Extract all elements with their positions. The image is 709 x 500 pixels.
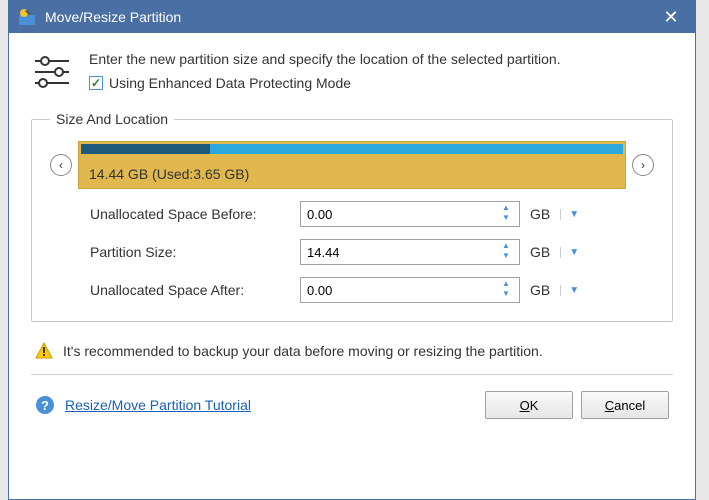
unit-dropdown-icon[interactable]: ▼: [560, 209, 579, 220]
unallocated-after-row: Unallocated Space After: 0.00 ▲ ▼ GB ▼: [50, 277, 654, 303]
unit-label: GB: [530, 282, 550, 298]
footer: ? Resize/Move Partition Tutorial OK Canc…: [31, 375, 673, 427]
partition-bar-label: 14.44 GB (Used:3.65 GB): [89, 166, 249, 182]
spinner-down-icon[interactable]: ▼: [499, 252, 513, 262]
spinner-down-icon[interactable]: ▼: [499, 290, 513, 300]
move-left-button[interactable]: ‹: [50, 154, 72, 176]
checkbox-label: Using Enhanced Data Protecting Mode: [109, 75, 351, 91]
sliders-icon: [31, 51, 73, 93]
move-right-button[interactable]: ›: [632, 154, 654, 176]
partition-size-label: Partition Size:: [90, 244, 300, 260]
unit-dropdown-icon[interactable]: ▼: [560, 285, 579, 296]
unallocated-before-label: Unallocated Space Before:: [90, 206, 300, 222]
size-location-fieldset: Size And Location ‹ 14.44 GB (Used:3.65 …: [31, 111, 673, 322]
partition-size-input[interactable]: 14.44 ▲ ▼: [300, 239, 520, 265]
unallocated-after-input[interactable]: 0.00 ▲ ▼: [300, 277, 520, 303]
unallocated-after-label: Unallocated Space After:: [90, 282, 300, 298]
close-button[interactable]: ✕: [655, 1, 687, 33]
spinner[interactable]: ▲ ▼: [499, 280, 513, 300]
unallocated-before-input[interactable]: 0.00 ▲ ▼: [300, 201, 520, 227]
titlebar-title: Move/Resize Partition: [45, 9, 655, 25]
spinner[interactable]: ▲ ▼: [499, 242, 513, 262]
partition-used-segment: [81, 144, 212, 154]
dialog-content: Enter the new partition size and specify…: [9, 33, 695, 439]
partition-size-value: 14.44: [307, 245, 340, 260]
unallocated-before-value: 0.00: [307, 207, 332, 222]
partition-free-segment: [210, 144, 623, 154]
checkbox-icon[interactable]: ✓: [89, 76, 103, 90]
ok-button[interactable]: OK: [485, 391, 573, 419]
unit-label: GB: [530, 206, 550, 222]
partition-visual-row: ‹ 14.44 GB (Used:3.65 GB) ›: [50, 141, 654, 189]
instruction-text: Enter the new partition size and specify…: [89, 51, 561, 67]
fieldset-legend: Size And Location: [50, 111, 174, 127]
warning-icon: [35, 342, 53, 360]
header-row: Enter the new partition size and specify…: [31, 51, 673, 93]
unallocated-after-value: 0.00: [307, 283, 332, 298]
help-icon: ?: [35, 395, 55, 415]
titlebar: Move/Resize Partition ✕: [9, 1, 695, 33]
tutorial-link[interactable]: Resize/Move Partition Tutorial: [65, 397, 251, 413]
header-text-block: Enter the new partition size and specify…: [89, 51, 561, 91]
partition-size-row: Partition Size: 14.44 ▲ ▼ GB ▼: [50, 239, 654, 265]
enhanced-mode-checkbox-row[interactable]: ✓ Using Enhanced Data Protecting Mode: [89, 75, 561, 91]
warning-text: It's recommended to backup your data bef…: [63, 343, 543, 359]
partition-app-icon: [17, 7, 37, 27]
warning-row: It's recommended to backup your data bef…: [31, 334, 673, 375]
spinner[interactable]: ▲ ▼: [499, 204, 513, 224]
dialog-window: Move/Resize Partition ✕ Enter the new pa…: [8, 0, 696, 500]
partition-bar[interactable]: 14.44 GB (Used:3.65 GB): [78, 141, 626, 189]
spinner-down-icon[interactable]: ▼: [499, 214, 513, 224]
svg-text:?: ?: [41, 398, 49, 413]
cancel-button[interactable]: Cancel: [581, 391, 669, 419]
unit-dropdown-icon[interactable]: ▼: [560, 247, 579, 258]
unallocated-before-row: Unallocated Space Before: 0.00 ▲ ▼ GB ▼: [50, 201, 654, 227]
unit-label: GB: [530, 244, 550, 260]
